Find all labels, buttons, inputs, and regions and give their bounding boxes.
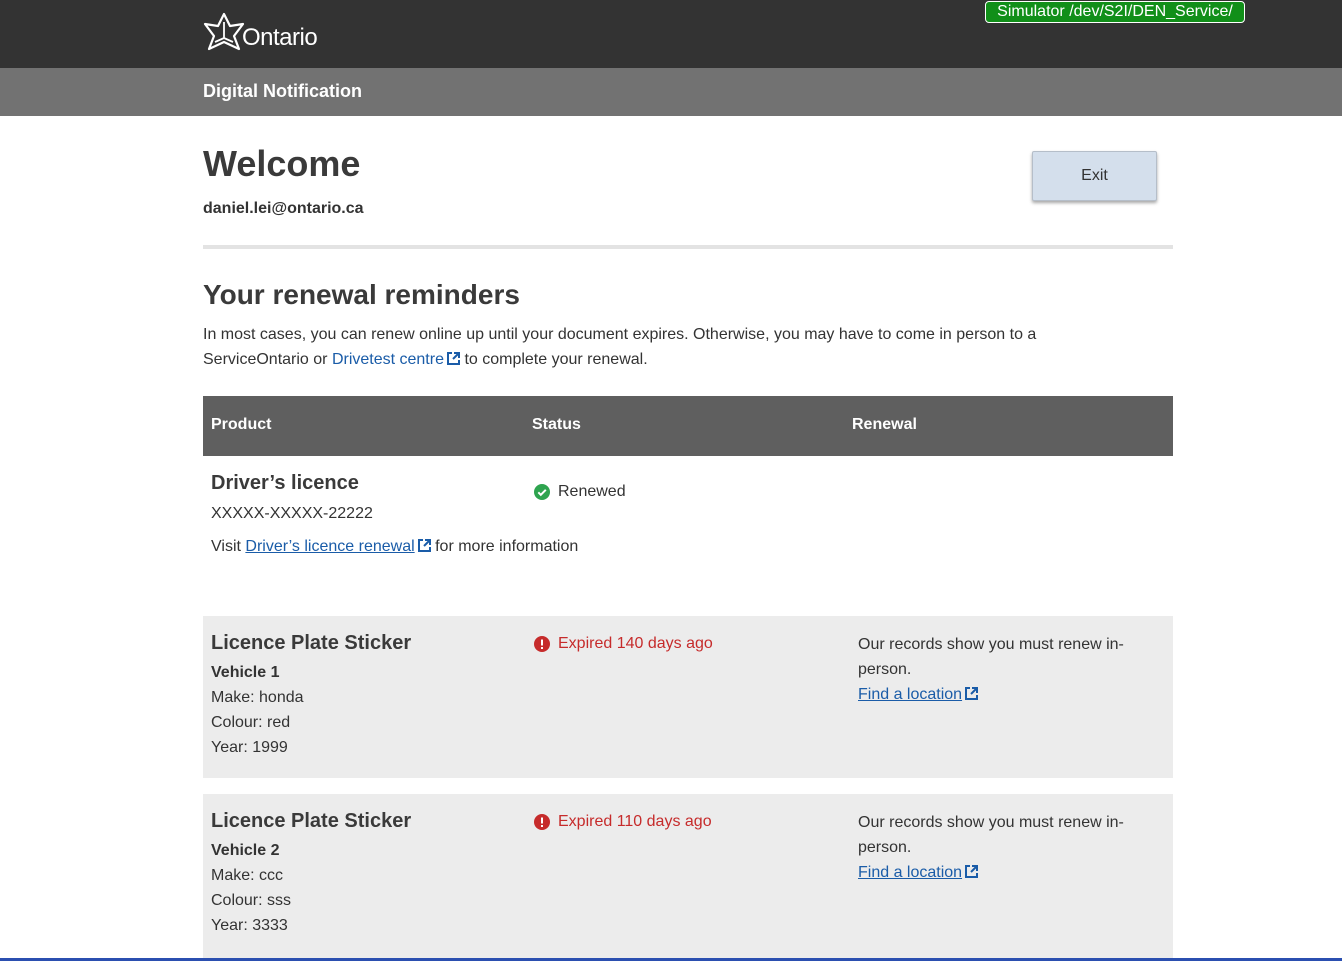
error-icon (534, 814, 550, 830)
reminders-title: Your renewal reminders (203, 279, 520, 310)
reminders-intro: In most cases, you can renew online up u… (203, 322, 1123, 372)
drivetest-link-label: Drivetest centre (331, 351, 444, 368)
ontario-logo[interactable]: Ontario (203, 12, 318, 52)
app-title-bar: Digital Notification (0, 68, 1342, 116)
renewal-link-label: Driver’s licence renewal (245, 538, 415, 555)
table-row: Licence Plate Sticker Vehicle 1 Make: ho… (203, 616, 1173, 778)
find-location-label: Find a location (858, 686, 963, 703)
status-text: Expired 140 days ago (558, 635, 713, 652)
visit-suffix: for more information (435, 538, 579, 555)
visit-info: Visit Driver’s licence renewal for more … (211, 538, 578, 556)
table-row: Driver’s licence XXXXX-XXXXX-22222 Visit… (203, 456, 1173, 596)
renewal-text: Our records show you must renew in-perso… (858, 636, 1124, 678)
renewal-info: Our records show you must renew in-perso… (858, 632, 1158, 707)
logo-text: Ontario (242, 24, 318, 51)
renewal-info: Our records show you must renew in-perso… (858, 810, 1158, 885)
vehicle-label: Vehicle 1 (211, 664, 280, 681)
renewal-text: Our records show you must renew in-perso… (858, 814, 1124, 856)
vehicle-make: Make: ccc (211, 867, 284, 884)
vehicle-make: Make: honda (211, 689, 304, 706)
intro-text-after: to complete your renewal. (464, 351, 648, 368)
check-circle-icon (534, 484, 550, 500)
simulator-badge: Simulator /dev/S2I/DEN_Service/ (985, 1, 1245, 23)
licence-number: XXXXX-XXXXX-22222 (211, 505, 373, 522)
drivetest-centre-link[interactable]: Drivetest centre (332, 351, 460, 368)
status-badge: Expired 140 days ago (534, 635, 713, 653)
error-icon (534, 636, 550, 652)
product-name: Licence Plate Sticker (211, 810, 412, 832)
column-header-product: Product (211, 416, 272, 433)
status-text: Expired 110 days ago (558, 813, 712, 830)
external-link-icon (417, 539, 431, 552)
user-email: daniel.lei@ontario.ca (203, 200, 364, 217)
drivers-licence-renewal-link[interactable]: Driver’s licence renewal (245, 538, 414, 555)
find-location-link[interactable]: Find a location (858, 864, 962, 881)
table-row: Licence Plate Sticker Vehicle 2 Make: cc… (203, 794, 1173, 961)
vehicle-label: Vehicle 2 (211, 842, 280, 859)
product-name: Licence Plate Sticker (211, 632, 412, 654)
column-header-renewal: Renewal (852, 416, 917, 433)
trillium-icon (203, 12, 245, 51)
table-header: Product Status Renewal (203, 396, 1173, 456)
external-link-icon (446, 352, 460, 365)
page-title: Welcome (203, 143, 361, 184)
section-divider (203, 245, 1173, 249)
vehicle-year: Year: 3333 (211, 917, 288, 934)
external-link-icon (965, 865, 979, 878)
vehicle-year: Year: 1999 (211, 739, 288, 756)
visit-prefix: Visit (211, 538, 241, 555)
status-text: Renewed (558, 483, 626, 500)
app-title: Digital Notification (203, 81, 362, 101)
column-header-status: Status (532, 416, 581, 433)
product-name: Driver’s licence (211, 472, 359, 494)
find-location-label: Find a location (858, 864, 963, 881)
vehicle-colour: Colour: red (211, 714, 291, 731)
external-link-icon (965, 687, 979, 700)
status-badge: Expired 110 days ago (534, 813, 712, 831)
status-badge: Renewed (534, 483, 626, 501)
top-header-bar: Ontario Simulator /dev/S2I/DEN_Service/ (0, 0, 1342, 68)
exit-button[interactable]: Exit (1032, 151, 1157, 201)
find-location-link[interactable]: Find a location (858, 686, 962, 703)
vehicle-colour: Colour: sss (211, 892, 292, 909)
